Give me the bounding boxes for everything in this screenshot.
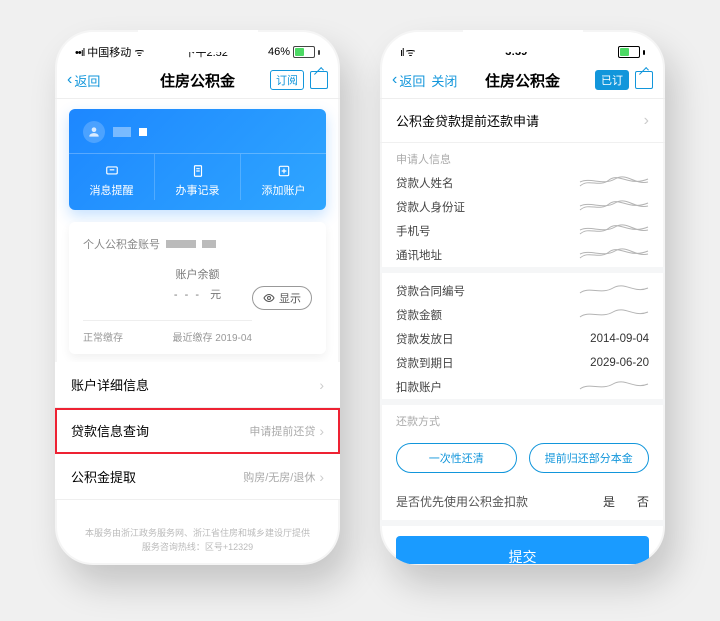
footer-note: 本服务由浙江政务服务网、浙江省住房和城乡建设厅提供 服务咨询热线：区号+1232… (55, 526, 340, 555)
chat-icon (104, 164, 120, 178)
menu-list: 账户详细信息 › 贷款信息查询 申请提前还贷 › 公积金提取 购房/无房/退休 … (55, 362, 340, 500)
show-label: 显示 (279, 290, 301, 306)
form-title: 公积金贷款提前还款申请 (396, 111, 539, 130)
notch (138, 30, 258, 52)
list-item-loan-info[interactable]: 贷款信息查询 申请提前还贷 › (55, 408, 340, 454)
account-masked (202, 240, 216, 248)
hero-tab-label: 办事记录 (176, 185, 220, 197)
doc-icon (190, 164, 206, 178)
account-card: 个人公积金账号 账户余额 - - - 元 显示 正常缴存 (69, 222, 326, 354)
hero-tab-messages[interactable]: 消息提醒 (69, 154, 154, 200)
carrier-text: ••ıl 中国移动 ᯤ (75, 44, 144, 60)
radio-no[interactable]: 否 (637, 493, 649, 510)
hero-tab-label: 添加账户 (262, 185, 306, 197)
battery-pct: 46% (268, 46, 290, 58)
battery-icon (618, 46, 640, 58)
balance-label: 账户余额 (83, 266, 312, 282)
hero-tab-add-account[interactable]: 添加账户 (240, 154, 326, 200)
chevron-left-icon: ‹ (392, 72, 397, 88)
signal-icon: ıl ᯤ (400, 45, 415, 60)
plus-box-icon (276, 164, 292, 178)
submit-button[interactable]: 提交 (396, 536, 649, 564)
redact-block (139, 128, 147, 136)
subscribed-badge[interactable]: 已订 (595, 70, 629, 90)
share-icon[interactable] (635, 71, 653, 89)
nav-bar: ‹ 返回 住房公积金 订阅 (55, 64, 340, 99)
chevron-right-icon: › (319, 469, 324, 485)
section-method: 还款方式 (380, 405, 665, 433)
form-title-row[interactable]: 公积金贷款提前还款申请 › (380, 99, 665, 143)
list-item-label: 贷款信息查询 (71, 421, 149, 440)
nav-bar: ‹ 返回 关闭 住房公积金 已订 (380, 64, 665, 99)
chevron-right-icon: › (319, 423, 324, 439)
list-item-label: 账户详细信息 (71, 375, 149, 394)
list-item-account-detail[interactable]: 账户详细信息 › (55, 362, 340, 408)
chevron-right-icon: › (319, 377, 324, 393)
list-item-label: 公积金提取 (71, 467, 136, 486)
field-loan: 扣款账户 (380, 375, 665, 399)
list-item-withdraw[interactable]: 公积金提取 购房/无房/退休 › (55, 454, 340, 500)
share-icon[interactable] (310, 71, 328, 89)
account-label: 个人公积金账号 (83, 236, 160, 252)
back-label: 返回 (74, 71, 100, 90)
field-applicant: 手机号 (380, 219, 665, 243)
list-item-hint: 购房/无房/退休 (243, 469, 315, 485)
back-label: 返回 (399, 71, 425, 90)
section-applicant: 申请人信息 (380, 143, 665, 171)
priority-label: 是否优先使用公积金扣款 (396, 493, 528, 510)
notch (463, 30, 583, 52)
back-button[interactable]: ‹ 返回 (67, 71, 100, 90)
close-button[interactable]: 关闭 (431, 71, 457, 90)
currency-unit: 元 (210, 289, 221, 301)
last-deposit: 最近缴存 2019-04 (173, 329, 252, 344)
option-pay-partial[interactable]: 提前归还部分本金 (529, 443, 650, 473)
hero-card: 消息提醒 办事记录 添加账户 (69, 109, 326, 210)
back-button[interactable]: ‹ 返回 (392, 71, 425, 90)
show-balance-button[interactable]: 显示 (252, 286, 312, 310)
list-item-hint: 申请提前还贷 (249, 423, 315, 439)
battery-icon (293, 46, 315, 58)
phone-right: ıl ᯤ 3:39 ‹ 返回 关闭 住房公积金 已订 公积金贷款提前还款申请 › (380, 30, 665, 565)
phone-left: ••ıl 中国移动 ᯤ 下午2:52 46% ‹ 返回 住房公积金 订阅 (55, 30, 340, 565)
account-masked (166, 240, 196, 248)
field-applicant: 贷款人姓名 (380, 171, 665, 195)
username-masked (113, 127, 131, 137)
hero-tab-label: 消息提醒 (90, 185, 134, 197)
eye-icon (263, 292, 275, 304)
radio-yes[interactable]: 是 (603, 493, 615, 510)
avatar (83, 121, 105, 143)
field-applicant: 贷款人身份证 (380, 195, 665, 219)
deposit-status: 正常缴存 (83, 329, 123, 344)
field-applicant: 通讯地址 (380, 243, 665, 267)
chevron-left-icon: ‹ (67, 72, 72, 88)
field-loan: 贷款发放日2014-09-04 (380, 327, 665, 351)
field-loan: 贷款到期日2029-06-20 (380, 351, 665, 375)
chevron-right-icon: › (644, 112, 649, 130)
option-pay-all[interactable]: 一次性还清 (396, 443, 517, 473)
field-loan: 贷款合同编号 (380, 279, 665, 303)
hero-tab-records[interactable]: 办事记录 (154, 154, 240, 200)
priority-row: 是否优先使用公积金扣款 是 否 (380, 483, 665, 520)
subscribe-button[interactable]: 订阅 (270, 70, 304, 90)
field-loan: 贷款金额 (380, 303, 665, 327)
